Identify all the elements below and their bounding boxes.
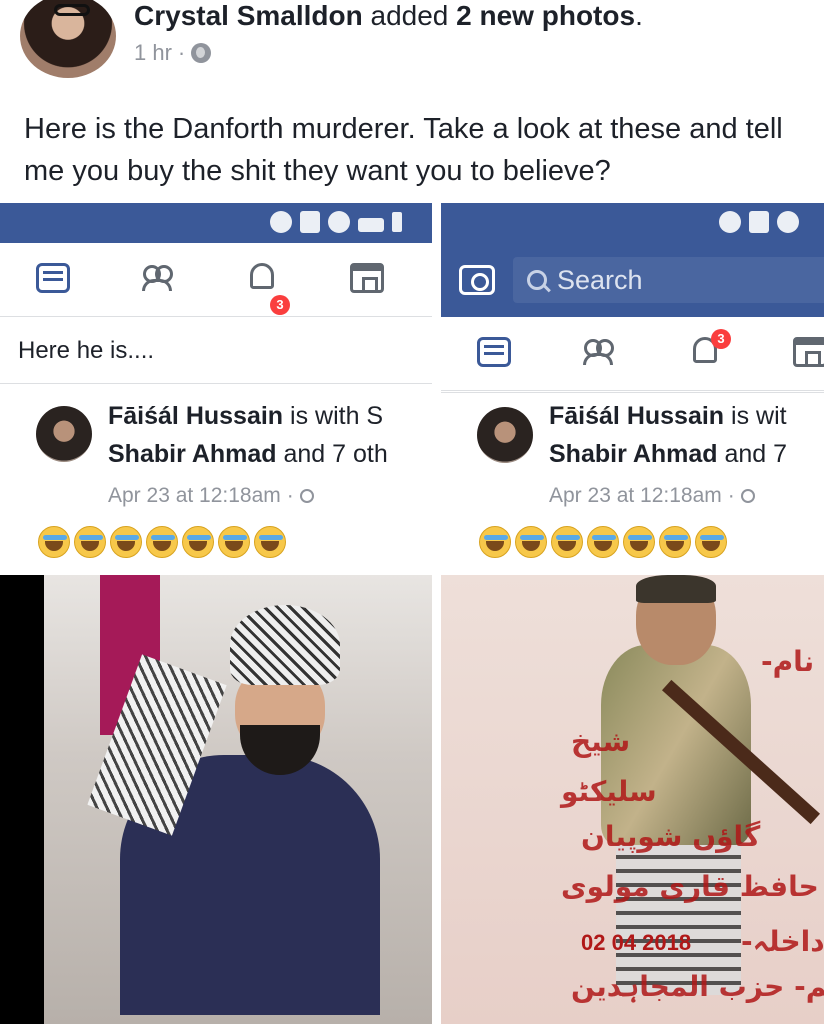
bluetooth-icon bbox=[719, 211, 741, 233]
tagged-user-link[interactable]: Shabir Ahmad bbox=[549, 440, 718, 468]
news-feed-icon[interactable] bbox=[477, 337, 511, 367]
card-name-line: Fāiśál Hussain is wit bbox=[549, 398, 787, 435]
crying-face-icon bbox=[479, 526, 511, 558]
crying-face-icon bbox=[515, 526, 547, 558]
period: . bbox=[635, 0, 643, 31]
crying-face-icon bbox=[110, 526, 142, 558]
card-avatar[interactable] bbox=[36, 406, 92, 462]
photo-cap bbox=[230, 605, 340, 685]
search-placeholder: Search bbox=[557, 264, 643, 295]
photo-border bbox=[0, 575, 44, 1024]
card-timestamp[interactable]: Apr 23 at 12:18am bbox=[549, 484, 722, 508]
nav-row: 3 bbox=[441, 317, 824, 391]
card-tag-line: Shabir Ahmad and 7 bbox=[549, 436, 787, 473]
card-time: Apr 23 at 12:18am · bbox=[549, 484, 755, 508]
photo-text-line1: شیخ bbox=[571, 725, 631, 758]
author-name-link[interactable]: Crystal Smalldon bbox=[134, 0, 363, 31]
photo-text-line2: سلیکٹو bbox=[561, 775, 657, 808]
marketplace-icon[interactable] bbox=[793, 337, 824, 367]
tag-rest: and 7 oth bbox=[276, 440, 388, 468]
post-body-text: Here is the Danforth murderer. Take a lo… bbox=[24, 113, 783, 187]
crying-face-icon bbox=[74, 526, 106, 558]
signal-icon bbox=[358, 218, 384, 232]
globe-icon bbox=[299, 489, 314, 503]
friends-icon[interactable] bbox=[140, 263, 174, 293]
tagged-user-link[interactable]: Shabir Ahmad bbox=[108, 440, 277, 468]
friends-icon[interactable] bbox=[581, 337, 615, 367]
time-dot: · bbox=[727, 484, 735, 507]
search-input[interactable]: Search bbox=[513, 257, 824, 303]
crying-face-icon bbox=[623, 526, 655, 558]
status-icons bbox=[270, 211, 402, 233]
card-tag-line: Shabir Ahmad and 7 oth bbox=[108, 436, 388, 473]
card-author-link[interactable]: Fāiśál Hussain bbox=[108, 402, 283, 430]
post-card: Fāiśál Hussain is with S Shabir Ahmad an… bbox=[0, 383, 432, 573]
panel-divider bbox=[432, 203, 441, 1024]
camera-icon[interactable] bbox=[459, 265, 495, 295]
search-icon bbox=[527, 270, 547, 290]
globe-icon bbox=[740, 489, 755, 503]
crying-face-icon bbox=[587, 526, 619, 558]
nfc-icon bbox=[300, 211, 320, 233]
notification-badge: 3 bbox=[270, 295, 290, 315]
photo-text-line3: گاؤں شوپیان bbox=[581, 820, 761, 853]
notification-badge: 3 bbox=[711, 329, 731, 349]
post-time[interactable]: 1 hr bbox=[134, 40, 172, 66]
card-name-line: Fāiśál Hussain is with S bbox=[108, 398, 383, 435]
status-bar bbox=[0, 203, 432, 243]
with-text: is with S bbox=[283, 402, 384, 430]
notifications-icon[interactable] bbox=[250, 263, 274, 289]
card-time: Apr 23 at 12:18am · bbox=[108, 484, 314, 508]
meta-separator: · bbox=[177, 40, 186, 65]
author-avatar[interactable] bbox=[20, 0, 116, 78]
photo-hat bbox=[636, 575, 716, 603]
marketplace-icon[interactable] bbox=[350, 263, 384, 293]
emoji-row bbox=[38, 526, 286, 558]
author-action: added bbox=[362, 0, 457, 31]
photo-text-name: نام- bbox=[761, 645, 815, 678]
news-feed-icon[interactable] bbox=[36, 263, 70, 293]
emoji-row bbox=[479, 526, 727, 558]
crying-face-icon bbox=[38, 526, 70, 558]
post-photo[interactable] bbox=[0, 575, 432, 1024]
post-photo[interactable]: نام- شیخ سلیکٹو گاؤں شوپیان یم- حافظ قار… bbox=[441, 575, 824, 1024]
status-icons bbox=[719, 211, 799, 233]
caption-text: Here he is.... bbox=[18, 337, 155, 364]
photo-text-line5: داخلہ- bbox=[741, 925, 824, 958]
wifi-icon bbox=[777, 211, 799, 233]
left-screenshot[interactable]: 3 Here he is.... Fāiśál Hussain is with … bbox=[0, 203, 432, 1024]
crying-face-icon bbox=[182, 526, 214, 558]
with-text: is wit bbox=[724, 402, 787, 430]
crying-face-icon bbox=[551, 526, 583, 558]
crying-face-icon bbox=[146, 526, 178, 558]
post-card: Fāiśál Hussain is wit Shabir Ahmad and 7… bbox=[441, 392, 824, 574]
photo-text-line6: تنظیم- حزب المجاہدین bbox=[571, 970, 824, 1003]
right-screenshot[interactable]: Search 3 Fāiśál Hussain is wit Shabir Ah… bbox=[441, 203, 824, 1024]
post-meta: 1 hr · bbox=[134, 40, 212, 66]
card-timestamp[interactable]: Apr 23 at 12:18am bbox=[108, 484, 281, 508]
photo-date: 02 04 2018 bbox=[581, 930, 692, 955]
post-header: Crystal Smalldon added 2 new photos. 1 h… bbox=[0, 0, 824, 96]
crying-face-icon bbox=[695, 526, 727, 558]
time-dot: · bbox=[286, 484, 294, 507]
glasses-detail bbox=[54, 4, 90, 16]
battery-icon bbox=[392, 212, 402, 232]
post-author-line: Crystal Smalldon added 2 new photos. bbox=[134, 0, 643, 34]
card-avatar[interactable] bbox=[477, 407, 533, 463]
globe-icon[interactable] bbox=[191, 43, 212, 63]
search-bar: Search bbox=[441, 243, 824, 317]
crying-face-icon bbox=[659, 526, 691, 558]
card-author-link[interactable]: Fāiśál Hussain bbox=[549, 402, 724, 430]
photo-text-line4: یم- حافظ قاری مولوی bbox=[561, 870, 824, 903]
bluetooth-icon bbox=[270, 211, 292, 233]
status-bar bbox=[441, 203, 824, 243]
crying-face-icon bbox=[218, 526, 250, 558]
tag-rest: and 7 bbox=[717, 440, 788, 468]
nfc-icon bbox=[749, 211, 769, 233]
nav-row: 3 bbox=[0, 243, 432, 317]
crying-face-icon bbox=[254, 526, 286, 558]
photos-link[interactable]: 2 new photos bbox=[456, 0, 635, 31]
wifi-icon bbox=[328, 211, 350, 233]
